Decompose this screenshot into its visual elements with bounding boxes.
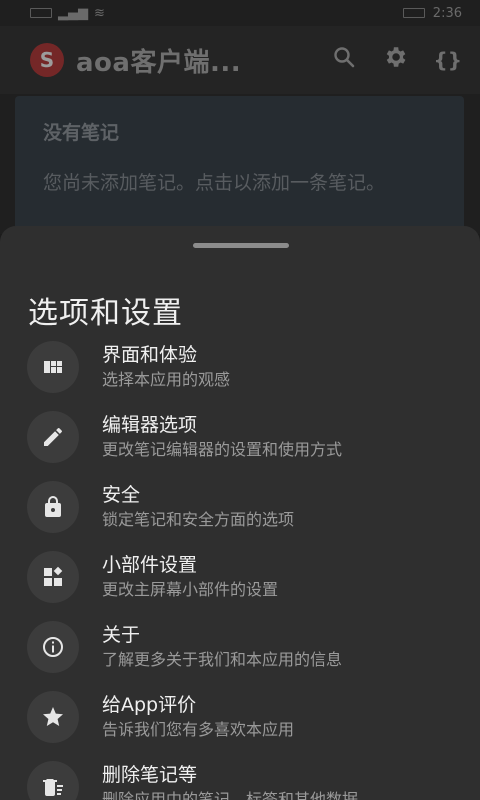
option-delete-notes[interactable]: 删除笔记等 删除应用中的笔记、标签和其他数据	[0, 752, 480, 800]
search-icon[interactable]	[332, 45, 356, 75]
option-description: 了解更多关于我们和本应用的信息	[102, 650, 343, 669]
option-description: 更改笔记编辑器的设置和使用方式	[102, 440, 343, 459]
status-indicators: ▂▄▆ ≋	[30, 6, 105, 21]
pencil-icon	[27, 411, 79, 463]
options-bottom-sheet: 选项和设置 界面和体验 选择本应用的观感 编辑器选项 更改笔记编辑器的设置和使用…	[0, 226, 480, 800]
dashboard-icon	[27, 341, 79, 393]
signal-icon: ▂▄▆	[58, 5, 88, 21]
option-appearance[interactable]: 界面和体验 选择本应用的观感	[0, 332, 480, 402]
status-bar: ▂▄▆ ≋ 2:36	[0, 0, 480, 26]
battery-icon	[402, 8, 425, 18]
widgets-icon	[27, 551, 79, 603]
option-widgets[interactable]: 小部件设置 更改主屏幕小部件的设置	[0, 542, 480, 612]
info-icon	[27, 621, 79, 673]
option-description: 锁定笔记和安全方面的选项	[102, 510, 295, 529]
option-label: 小部件设置	[102, 554, 198, 576]
option-label: 给App评价	[102, 694, 197, 716]
json-button[interactable]: {}	[434, 48, 462, 72]
wifi-icon: ≋	[94, 5, 105, 21]
option-description: 更改主屏幕小部件的设置	[102, 580, 279, 599]
empty-notes-title: 没有笔记	[43, 122, 120, 144]
sheet-drag-handle[interactable]	[193, 243, 289, 248]
option-label: 删除笔记等	[102, 764, 198, 786]
option-security[interactable]: 安全 锁定笔记和安全方面的选项	[0, 472, 480, 542]
empty-notes-message: 您尚未添加笔记。点击以添加一条笔记。	[43, 172, 386, 194]
option-label: 安全	[102, 484, 141, 506]
star-icon	[27, 691, 79, 743]
option-about[interactable]: 关于 了解更多关于我们和本应用的信息	[0, 612, 480, 682]
app-title: aoa客户端...	[76, 47, 242, 78]
option-editor[interactable]: 编辑器选项 更改笔记编辑器的设置和使用方式	[0, 402, 480, 472]
option-rate-app[interactable]: 给App评价 告诉我们您有多喜欢本应用	[0, 682, 480, 752]
option-description: 选择本应用的观感	[102, 370, 231, 389]
option-label: 界面和体验	[102, 344, 198, 366]
gear-icon[interactable]	[382, 44, 408, 76]
app-bar: S aoa客户端... {}	[0, 26, 480, 94]
sim-icon	[30, 8, 52, 18]
app-actions: {}	[332, 44, 462, 76]
option-label: 关于	[102, 624, 141, 646]
option-description: 告诉我们您有多喜欢本应用	[102, 720, 295, 739]
option-label: 编辑器选项	[102, 414, 198, 436]
app-logo: S	[30, 43, 64, 77]
lock-icon	[27, 481, 79, 533]
status-time: 2:36	[432, 5, 462, 21]
option-description: 删除应用中的笔记、标签和其他数据	[102, 790, 359, 800]
sheet-title: 选项和设置	[28, 296, 183, 331]
delete-icon	[27, 761, 79, 800]
status-right: 2:36	[402, 5, 462, 21]
